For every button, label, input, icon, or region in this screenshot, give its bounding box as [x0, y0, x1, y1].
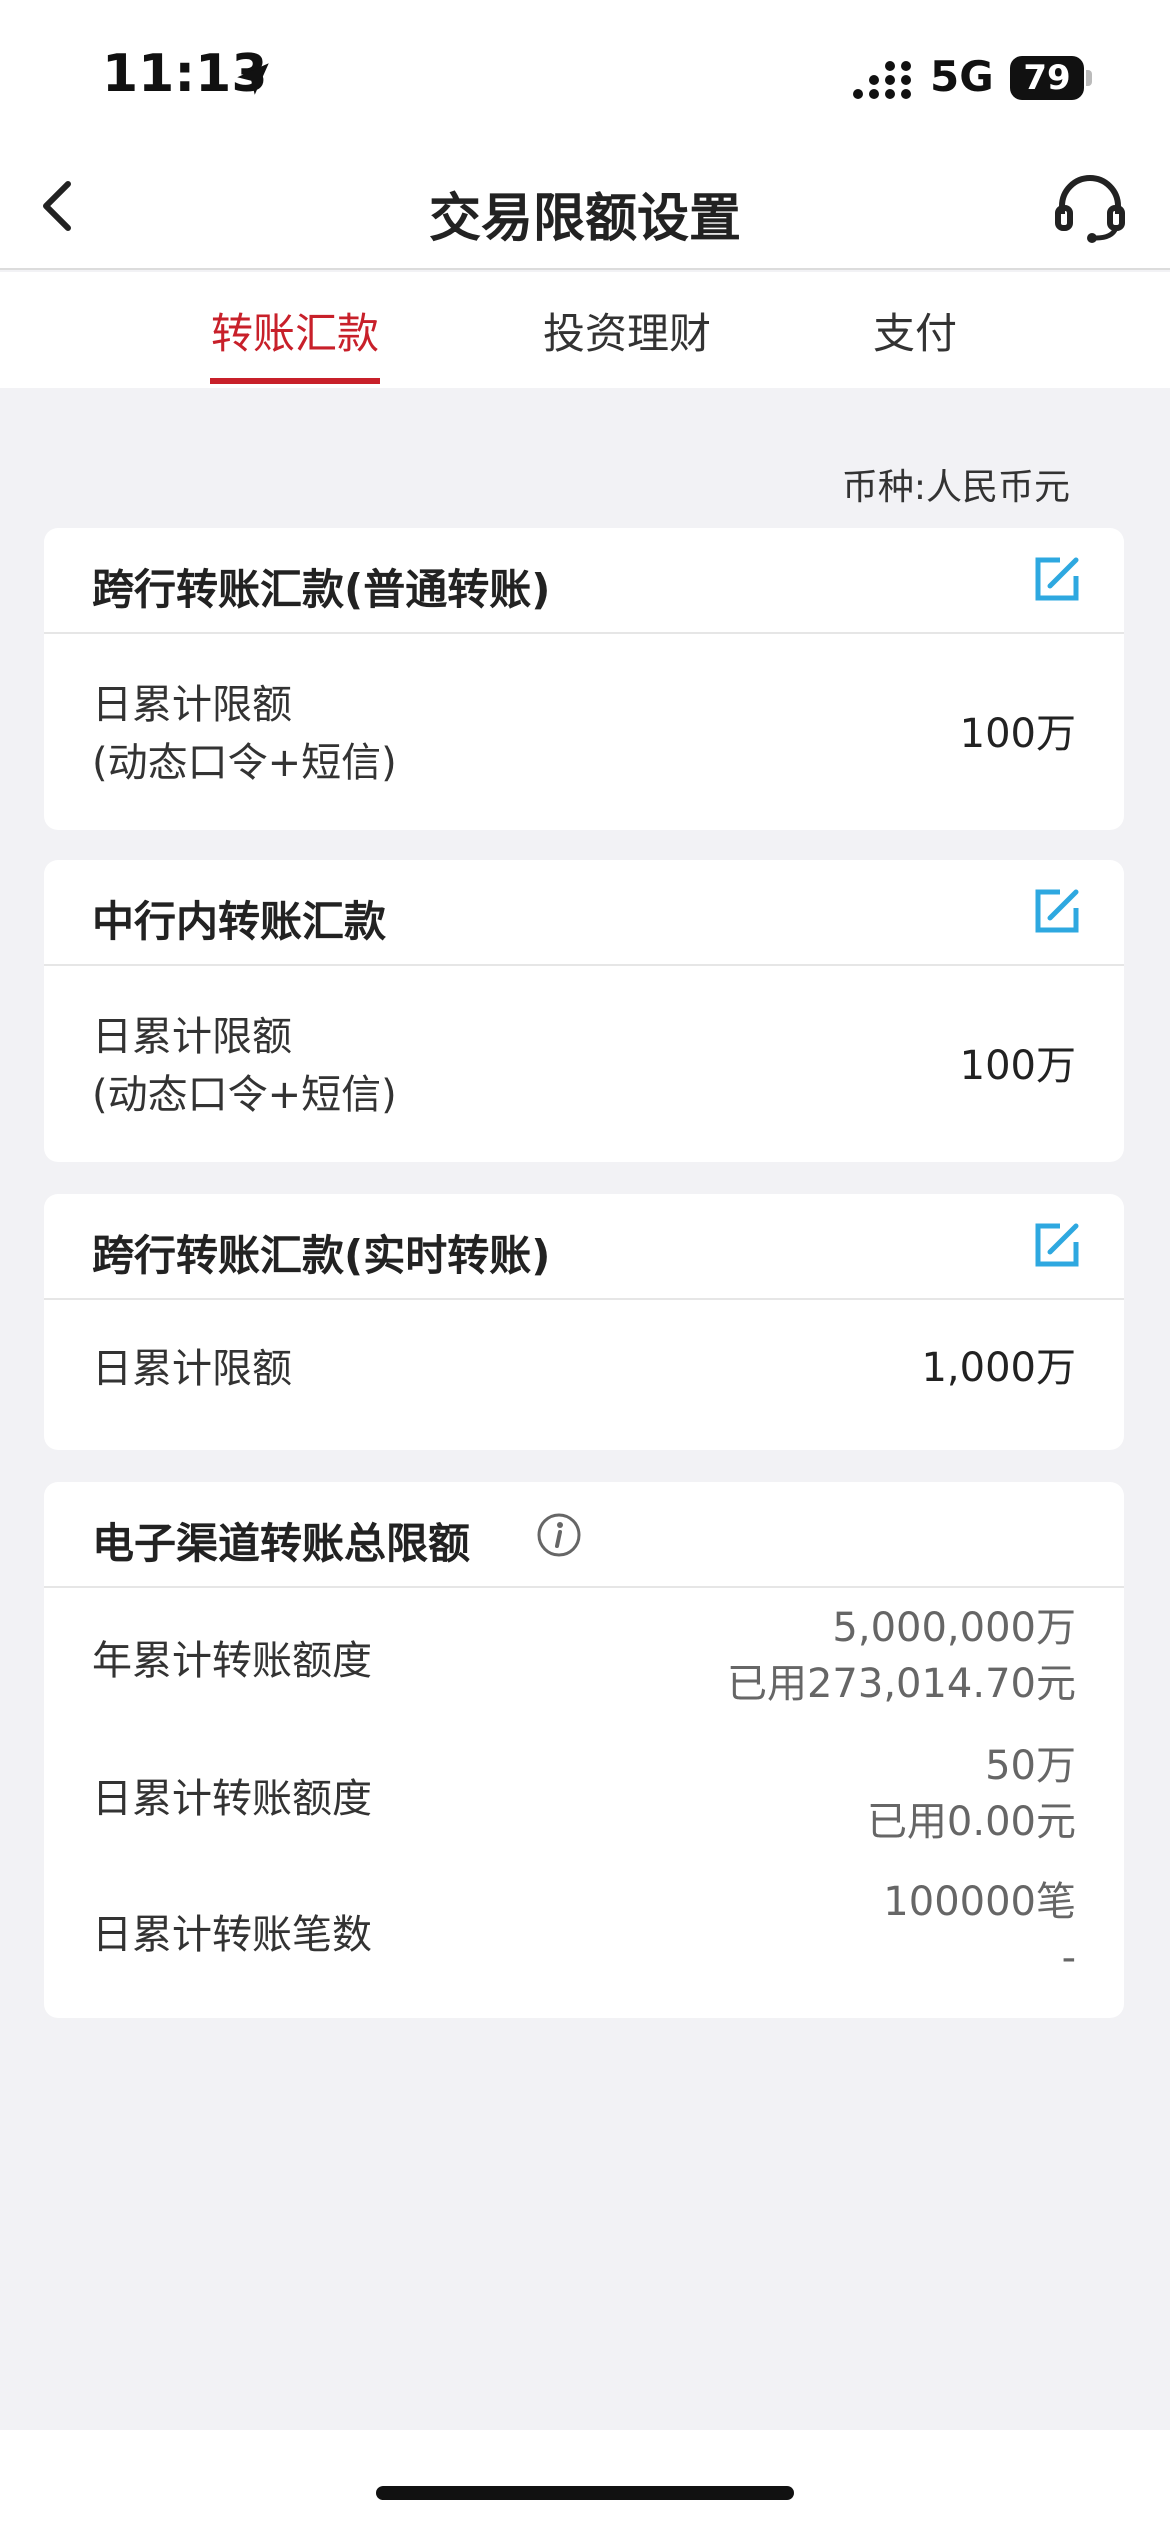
edit-icon[interactable] — [1032, 554, 1082, 604]
row-label: 日累计转账笔数 — [92, 1912, 372, 1958]
limit-value: 5,000,000万 — [832, 1605, 1076, 1651]
battery-icon: 79 — [1010, 56, 1084, 100]
row-label: 日累计限额 (动态口令+短信) — [92, 682, 397, 786]
row-label: 日累计转账额度 — [92, 1776, 372, 1822]
info-icon[interactable] — [536, 1512, 582, 1558]
active-tab-indicator — [210, 378, 380, 384]
limit-value: 100000笔 — [883, 1879, 1076, 1925]
tab-investment[interactable]: 投资理财 — [527, 300, 727, 361]
card-title: 跨行转账汇款(普通转账) — [92, 565, 551, 614]
page-title: 交易限额设置 — [428, 189, 741, 249]
home-indicator[interactable] — [376, 2486, 794, 2500]
network-type: 5G — [930, 52, 994, 101]
battery-cap — [1086, 70, 1092, 86]
tab-transfer[interactable]: 转账汇款 — [195, 300, 395, 361]
card-title: 跨行转账汇款(实时转账) — [92, 1231, 551, 1280]
card-title: 中行内转账汇款 — [92, 897, 387, 946]
used-value: - — [1061, 1935, 1076, 1981]
tab-payment[interactable]: 支付 — [815, 300, 1015, 361]
row-value: 100000笔 - — [883, 1874, 1076, 1986]
signal-icon — [853, 61, 911, 99]
limit-card-interbank-normal: 跨行转账汇款(普通转账) 日累计限额 (动态口令+短信) 100万 — [44, 528, 1124, 830]
used-value: 已用0.00元 — [866, 1799, 1076, 1845]
total-limit-card: 电子渠道转账总限额 年累计转账额度 5,000,000万 已用273,014.7… — [44, 1482, 1124, 2018]
edit-icon[interactable] — [1032, 886, 1082, 936]
row-value: 50万 已用0.00元 — [867, 1738, 1076, 1850]
tab-bar: 转账汇款 投资理财 支付 — [0, 272, 1170, 388]
bottom-safe-area — [0, 2430, 1170, 2532]
row-value: 1,000万 — [921, 1345, 1076, 1391]
limit-card-interbank-realtime: 跨行转账汇款(实时转账) 日累计限额 1,000万 — [44, 1194, 1124, 1450]
limit-value: 50万 — [985, 1743, 1076, 1789]
used-value: 已用273,014.70元 — [726, 1661, 1076, 1707]
nav-bar: 交易限额设置 — [0, 150, 1170, 270]
location-arrow-icon — [237, 63, 269, 95]
headset-icon[interactable] — [1052, 170, 1128, 246]
card-header: 电子渠道转账总限额 — [44, 1482, 1124, 1588]
row-value: 5,000,000万 已用273,014.70元 — [727, 1600, 1076, 1712]
row-label: 日累计限额 — [92, 1346, 292, 1392]
row-label: 年累计转账额度 — [92, 1638, 372, 1684]
card-header: 跨行转账汇款(普通转账) — [44, 528, 1124, 634]
card-title: 电子渠道转账总限额 — [92, 1519, 471, 1568]
currency-label: 币种:人民币元 — [841, 467, 1070, 508]
row-value: 100万 — [959, 711, 1076, 757]
limit-card-intrabank: 中行内转账汇款 日累计限额 (动态口令+短信) 100万 — [44, 860, 1124, 1162]
card-header: 中行内转账汇款 — [44, 860, 1124, 966]
status-bar: 11:13 5G 79 — [0, 0, 1170, 150]
card-header: 跨行转账汇款(实时转账) — [44, 1194, 1124, 1300]
row-label: 日累计限额 (动态口令+短信) — [92, 1014, 397, 1118]
row-value: 100万 — [959, 1043, 1076, 1089]
edit-icon[interactable] — [1032, 1220, 1082, 1270]
